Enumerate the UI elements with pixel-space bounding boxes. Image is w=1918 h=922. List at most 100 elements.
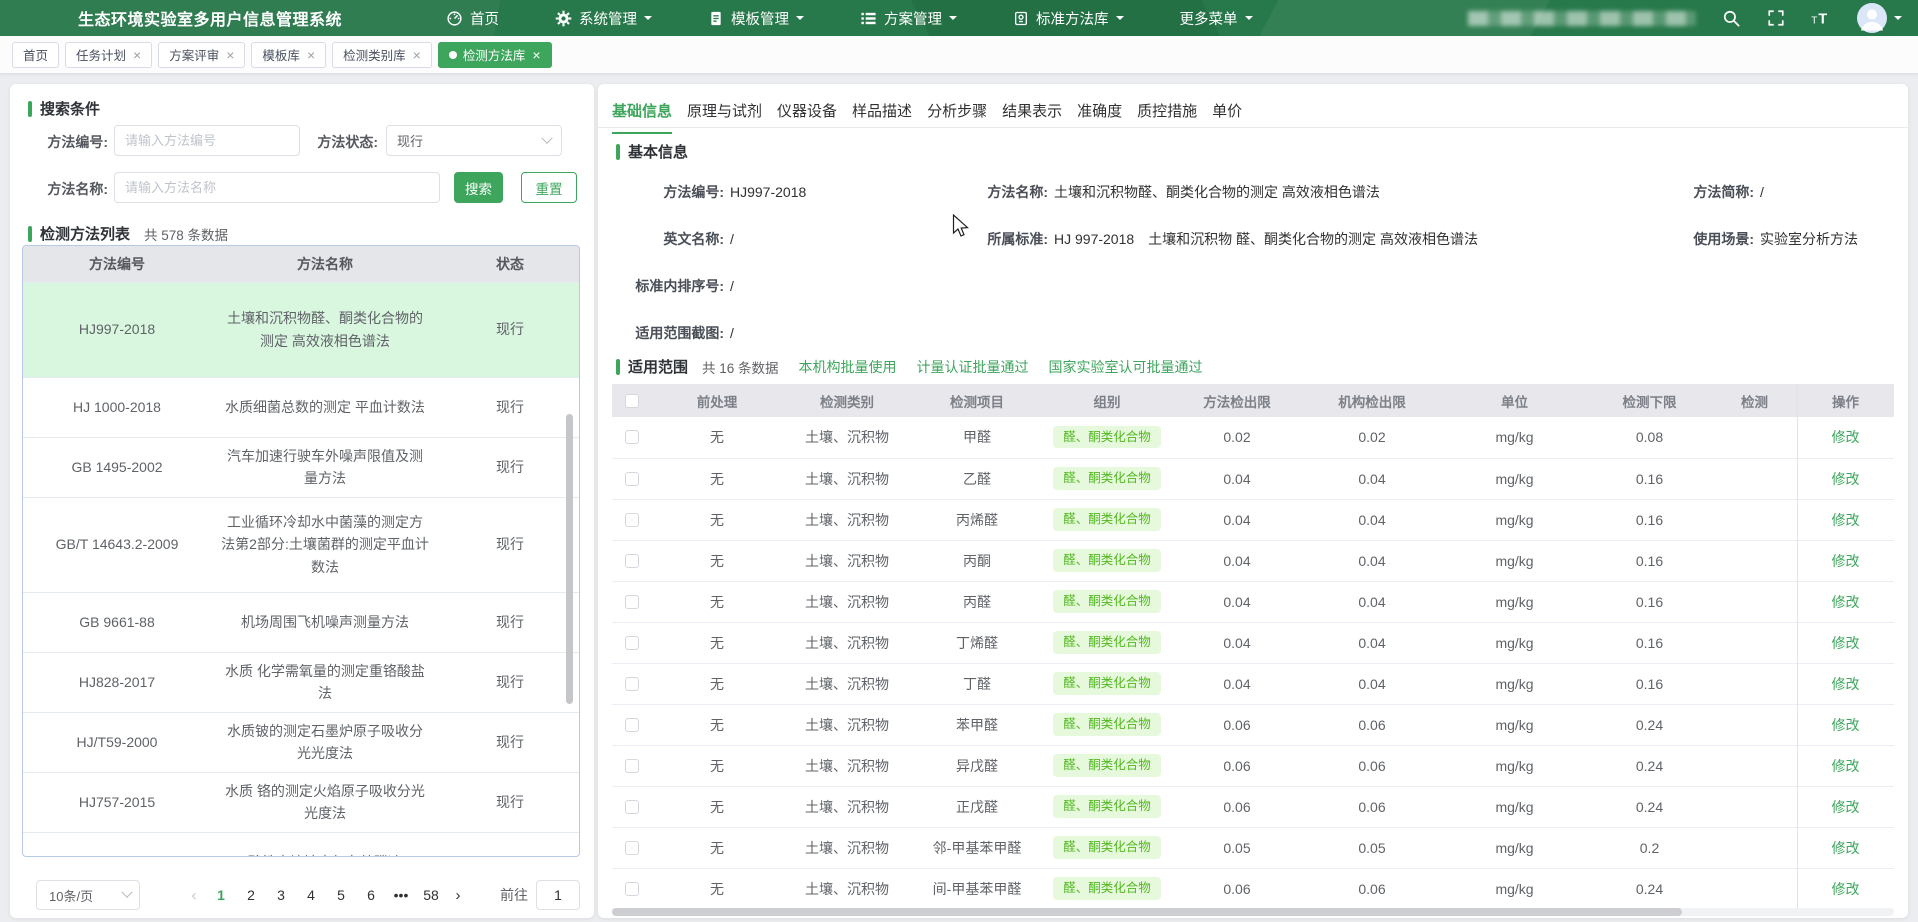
- scope-row[interactable]: 无土壤、沉积物丙酮醛、酮类化合物0.040.04mg/kg0.16修改: [612, 540, 1894, 581]
- method-row[interactable]: GB 9661-88机场周围飞机噪声测量方法现行: [23, 592, 580, 652]
- font-size-icon[interactable]: TT: [1811, 9, 1833, 27]
- method-row[interactable]: HJ757-2015水质 铬的测定火焰原子吸收分光光度法现行: [23, 772, 580, 832]
- scope-batch-link[interactable]: 国家实验室认可批量通过: [1049, 357, 1203, 377]
- row-checkbox[interactable]: [625, 636, 639, 650]
- method-row[interactable]: HJ/T59-2000水质铍的测定石墨炉原子吸收分光光度法现行: [23, 712, 580, 772]
- page-number[interactable]: 2: [239, 887, 263, 903]
- row-checkbox[interactable]: [625, 595, 639, 609]
- nav-menu-standard[interactable]: 标准方法库: [1013, 8, 1124, 29]
- row-checkbox[interactable]: [625, 841, 639, 855]
- page-number[interactable]: 1: [209, 887, 233, 903]
- method-name-input[interactable]: [114, 172, 440, 203]
- reset-button[interactable]: 重置: [521, 172, 577, 203]
- scope-row[interactable]: 无土壤、沉积物正戊醛醛、酮类化合物0.060.06mg/kg0.24修改: [612, 786, 1894, 827]
- nav-menu-system[interactable]: 系统管理: [555, 8, 652, 29]
- scope-row[interactable]: 无土壤、沉积物甲醛醛、酮类化合物0.020.02mg/kg0.08修改: [612, 417, 1894, 458]
- edit-link[interactable]: 修改: [1832, 676, 1860, 692]
- tab-2[interactable]: 方案评审×: [158, 42, 245, 68]
- edit-link[interactable]: 修改: [1832, 758, 1860, 774]
- tab-1[interactable]: 任务计划×: [65, 42, 152, 68]
- page-number[interactable]: 5: [329, 887, 353, 903]
- select-all-checkbox[interactable]: [625, 394, 639, 408]
- edit-link[interactable]: 修改: [1832, 717, 1860, 733]
- user-avatar[interactable]: [1857, 3, 1902, 33]
- detail-tab-样品描述[interactable]: 样品描述: [852, 100, 912, 134]
- search-button[interactable]: 搜索: [454, 172, 503, 203]
- scope-row[interactable]: 无土壤、沉积物乙醛醛、酮类化合物0.040.04mg/kg0.16修改: [612, 458, 1894, 499]
- nav-menu-template[interactable]: 模板管理: [708, 8, 804, 29]
- edit-link[interactable]: 修改: [1832, 512, 1860, 528]
- method-status-select[interactable]: 现行: [386, 125, 562, 156]
- edit-link[interactable]: 修改: [1832, 881, 1860, 897]
- tab-4[interactable]: 检测类别库×: [332, 42, 432, 68]
- method-row[interactable]: 酸性土壤铵态氮有效磷速: [23, 832, 580, 857]
- detail-tab-质控措施[interactable]: 质控措施: [1137, 100, 1197, 134]
- nav-menu-more[interactable]: 更多菜单: [1180, 8, 1253, 29]
- fullscreen-icon[interactable]: [1767, 9, 1785, 27]
- method-row[interactable]: HJ 1000-2018水质细菌总数的测定 平血计数法现行: [23, 377, 580, 437]
- row-checkbox[interactable]: [625, 472, 639, 486]
- scope-row[interactable]: 无土壤、沉积物丁烯醛醛、酮类化合物0.040.04mg/kg0.16修改: [612, 622, 1894, 663]
- group-badge: 醛、酮类化合物: [1053, 426, 1161, 448]
- scope-h-scrollbar-thumb[interactable]: [612, 908, 1682, 916]
- scope-h-scrollbar[interactable]: [612, 908, 1894, 916]
- tab-5[interactable]: 检测方法库×: [438, 42, 552, 68]
- scope-row[interactable]: 无土壤、沉积物苯甲醛醛、酮类化合物0.060.06mg/kg0.24修改: [612, 704, 1894, 745]
- edit-link[interactable]: 修改: [1832, 429, 1860, 445]
- nav-menu-plan[interactable]: 方案管理: [860, 8, 957, 29]
- method-code-input[interactable]: [114, 125, 300, 156]
- detail-tab-准确度[interactable]: 准确度: [1077, 100, 1122, 134]
- page-number[interactable]: 58: [419, 887, 443, 903]
- edit-link[interactable]: 修改: [1832, 471, 1860, 487]
- close-icon[interactable]: ×: [413, 49, 421, 61]
- prev-page-button[interactable]: ‹: [182, 887, 206, 904]
- method-row[interactable]: GB/T 14643.2-2009工业循环冷却水中菌藻的测定方法第2部分:土壤菌…: [23, 497, 580, 592]
- close-icon[interactable]: ×: [532, 49, 540, 61]
- row-checkbox[interactable]: [625, 677, 639, 691]
- detail-tab-原理与试剂[interactable]: 原理与试剂: [687, 100, 762, 134]
- method-row[interactable]: HJ997-2018土壤和沉积物醛、酮类化合物的测定 高效液相色谱法现行: [23, 282, 580, 377]
- row-checkbox[interactable]: [625, 800, 639, 814]
- next-page-button[interactable]: ›: [446, 887, 470, 904]
- detail-tab-单价[interactable]: 单价: [1212, 100, 1242, 134]
- search-icon[interactable]: [1722, 9, 1741, 28]
- scope-row[interactable]: 无土壤、沉积物邻-甲基苯甲醛醛、酮类化合物0.050.05mg/kg0.2修改: [612, 827, 1894, 868]
- edit-link[interactable]: 修改: [1832, 635, 1860, 651]
- detail-tab-分析步骤[interactable]: 分析步骤: [927, 100, 987, 134]
- scope-batch-link[interactable]: 计量认证批量通过: [917, 357, 1029, 377]
- method-row[interactable]: HJ828-2017水质 化学需氧量的测定重铬酸盐法现行: [23, 652, 580, 712]
- close-icon[interactable]: ×: [133, 49, 141, 61]
- row-checkbox[interactable]: [625, 759, 639, 773]
- goto-page-input[interactable]: [536, 880, 580, 910]
- row-checkbox[interactable]: [625, 882, 639, 896]
- close-icon[interactable]: ×: [226, 49, 234, 61]
- more-pages-icon[interactable]: •••: [389, 887, 413, 903]
- scope-batch-link[interactable]: 本机构批量使用: [799, 357, 897, 377]
- row-checkbox[interactable]: [625, 513, 639, 527]
- edit-link[interactable]: 修改: [1832, 594, 1860, 610]
- detail-tab-仪器设备[interactable]: 仪器设备: [777, 100, 837, 134]
- list-scrollbar-thumb[interactable]: [566, 414, 573, 704]
- row-checkbox[interactable]: [625, 430, 639, 444]
- edit-link[interactable]: 修改: [1832, 799, 1860, 815]
- page-number[interactable]: 4: [299, 887, 323, 903]
- page-number[interactable]: 6: [359, 887, 383, 903]
- row-checkbox[interactable]: [625, 554, 639, 568]
- edit-link[interactable]: 修改: [1832, 553, 1860, 569]
- tab-3[interactable]: 模板库×: [251, 42, 326, 68]
- nav-menu-home[interactable]: 首页: [446, 8, 499, 29]
- detail-tab-基础信息[interactable]: 基础信息: [612, 100, 672, 134]
- close-icon[interactable]: ×: [307, 49, 315, 61]
- scope-row[interactable]: 无土壤、沉积物丙醛醛、酮类化合物0.040.04mg/kg0.16修改: [612, 581, 1894, 622]
- edit-link[interactable]: 修改: [1832, 840, 1860, 856]
- page-number[interactable]: 3: [269, 887, 293, 903]
- page-size-select[interactable]: 10条/页: [36, 880, 140, 910]
- method-row[interactable]: GB 1495-2002汽车加速行驶车外噪声限值及测量方法现行: [23, 437, 580, 497]
- scope-row[interactable]: 无土壤、沉积物丙烯醛醛、酮类化合物0.040.04mg/kg0.16修改: [612, 499, 1894, 540]
- scope-row[interactable]: 无土壤、沉积物间-甲基苯甲醛醛、酮类化合物0.060.06mg/kg0.24修改: [612, 868, 1894, 909]
- tab-0[interactable]: 首页: [12, 42, 59, 68]
- detail-tab-结果表示[interactable]: 结果表示: [1002, 100, 1062, 134]
- scope-row[interactable]: 无土壤、沉积物丁醛醛、酮类化合物0.040.04mg/kg0.16修改: [612, 663, 1894, 704]
- scope-row[interactable]: 无土壤、沉积物异戊醛醛、酮类化合物0.060.06mg/kg0.24修改: [612, 745, 1894, 786]
- row-checkbox[interactable]: [625, 718, 639, 732]
